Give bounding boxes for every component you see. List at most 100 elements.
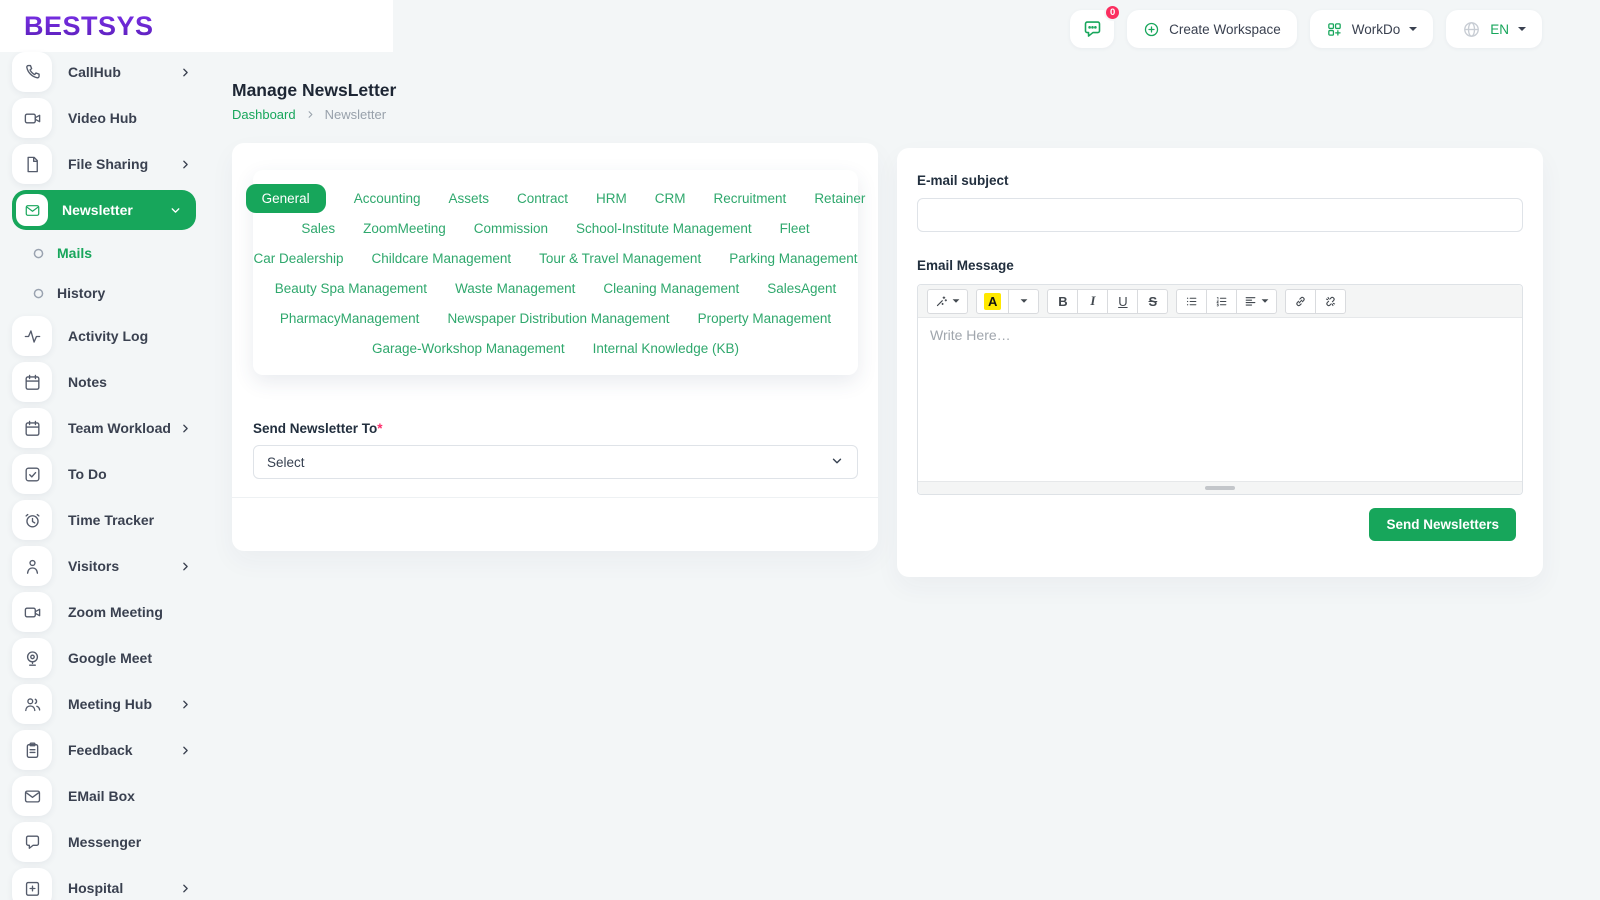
strikethrough-button[interactable]: S: [1137, 289, 1168, 314]
language-label: EN: [1490, 22, 1509, 37]
sidebar: CallHub Video Hub File Sharing Newslette…: [0, 49, 212, 900]
tab-garage-workshop-management[interactable]: Garage-Workshop Management: [372, 341, 565, 356]
unlink-button[interactable]: [1315, 289, 1346, 314]
tab-fleet[interactable]: Fleet: [780, 221, 810, 236]
tab-recruitment[interactable]: Recruitment: [714, 191, 787, 206]
bold-button[interactable]: B: [1047, 289, 1078, 314]
sidebar-item-hospital[interactable]: Hospital: [0, 865, 212, 900]
sidebar-item-google-meet[interactable]: Google Meet: [0, 635, 212, 681]
ordered-list-button[interactable]: [1206, 289, 1237, 314]
tab-zoommeeting[interactable]: ZoomMeeting: [363, 221, 446, 236]
sidebar-item-zoom-meeting[interactable]: Zoom Meeting: [0, 589, 212, 635]
sidebar-item-video-hub[interactable]: Video Hub: [0, 95, 212, 141]
sidebar-item-feedback[interactable]: Feedback: [0, 727, 212, 773]
required-asterisk: *: [377, 421, 382, 436]
tab-hrm[interactable]: HRM: [596, 191, 627, 206]
sidebar-item-callhub[interactable]: CallHub: [0, 49, 212, 95]
workdo-menu-button[interactable]: WorkDo: [1310, 10, 1434, 48]
align-lines-icon: [1244, 295, 1257, 308]
insert-link-button[interactable]: [1285, 289, 1316, 314]
font-color-dropdown-button[interactable]: [1008, 289, 1039, 314]
tab-crm[interactable]: CRM: [655, 191, 686, 206]
newsletter-settings-card: General Accounting Assets Contract HRM CRM Rec…: [232, 143, 878, 551]
tab-general[interactable]: General: [246, 184, 326, 213]
tab-property-management[interactable]: Property Management: [698, 311, 832, 326]
editor-statusbar: [918, 481, 1522, 494]
unordered-list-button[interactable]: [1176, 289, 1207, 314]
brand-logo[interactable]: BESTSYS: [24, 11, 154, 42]
activity-icon: [12, 316, 52, 356]
editor-resize-handle[interactable]: [1205, 486, 1235, 490]
tab-pharmacymanagement[interactable]: PharmacyManagement: [280, 311, 420, 326]
sidebar-item-newsletter[interactable]: Newsletter: [12, 190, 196, 230]
sidebar-item-time-tracker[interactable]: Time Tracker: [0, 497, 212, 543]
font-color-icon: A: [984, 293, 1001, 310]
sidebar-item-to-do[interactable]: To Do: [0, 451, 212, 497]
chat-button[interactable]: 0: [1070, 10, 1114, 48]
sidebar-item-meeting-hub[interactable]: Meeting Hub: [0, 681, 212, 727]
card-footer-divider: [232, 497, 878, 498]
unlink-icon: [1324, 295, 1337, 308]
workdo-menu-label: WorkDo: [1352, 22, 1401, 37]
chevron-down-icon: [1262, 299, 1269, 302]
tab-childcare-management[interactable]: Childcare Management: [372, 251, 512, 266]
sidebar-item-notes[interactable]: Notes: [0, 359, 212, 405]
chevron-right-icon: [179, 158, 192, 171]
circle-bullet-icon: [31, 286, 46, 301]
breadcrumb-dashboard-link[interactable]: Dashboard: [232, 107, 296, 122]
italic-button[interactable]: I: [1077, 289, 1108, 314]
paragraph-align-button[interactable]: [1236, 289, 1277, 314]
sidebar-item-history[interactable]: History: [0, 273, 212, 313]
sidebar-item-file-sharing[interactable]: File Sharing: [0, 141, 212, 187]
tab-waste-management[interactable]: Waste Management: [455, 281, 575, 296]
tab-commission[interactable]: Commission: [474, 221, 548, 236]
tab-internal-knowledge-kb-[interactable]: Internal Knowledge (KB): [593, 341, 739, 356]
language-menu-button[interactable]: EN: [1446, 10, 1542, 48]
tab-newspaper-distribution-management[interactable]: Newspaper Distribution Management: [447, 311, 669, 326]
sidebar-item-team-workload[interactable]: Team Workload: [0, 405, 212, 451]
sidebar-item-mails[interactable]: Mails: [0, 233, 212, 273]
compose-email-card: E-mail subject Email Message A: [897, 148, 1543, 577]
webcam-icon: [12, 638, 52, 678]
chat-bubble-icon: [12, 822, 52, 862]
editor-body[interactable]: Write Here…: [918, 318, 1522, 481]
underline-button[interactable]: U: [1107, 289, 1138, 314]
tab-assets[interactable]: Assets: [448, 191, 489, 206]
select-value: Select: [267, 455, 305, 470]
email-message-label: Email Message: [917, 258, 1014, 273]
phone-icon: [12, 52, 52, 92]
create-workspace-button[interactable]: Create Workspace: [1127, 10, 1297, 48]
style-dropdown-button[interactable]: [927, 289, 968, 314]
font-color-button[interactable]: A: [976, 289, 1009, 314]
tab-contract[interactable]: Contract: [517, 191, 568, 206]
tab-tour-travel-management[interactable]: Tour & Travel Management: [539, 251, 701, 266]
bullet-list-icon: [1185, 295, 1198, 308]
tab-salesagent[interactable]: SalesAgent: [767, 281, 836, 296]
person-icon: [12, 546, 52, 586]
send-newsletter-to-select[interactable]: Select: [253, 445, 858, 479]
sidebar-item-activity-log[interactable]: Activity Log: [0, 313, 212, 359]
tab-school-institute-management[interactable]: School-Institute Management: [576, 221, 752, 236]
circle-bullet-icon: [31, 246, 46, 261]
check-square-icon: [12, 454, 52, 494]
sidebar-item-email-box[interactable]: EMail Box: [0, 773, 212, 819]
tab-parking-management[interactable]: Parking Management: [729, 251, 857, 266]
chevron-right-icon: [179, 882, 192, 895]
envelope-icon: [16, 194, 48, 226]
tab-retainer[interactable]: Retainer: [814, 191, 865, 206]
file-icon: [12, 144, 52, 184]
tab-accounting[interactable]: Accounting: [354, 191, 421, 206]
chevron-down-icon: [169, 204, 182, 217]
tab-beauty-spa-management[interactable]: Beauty Spa Management: [275, 281, 427, 296]
tab-car-dealership[interactable]: Car Dealership: [253, 251, 343, 266]
tab-sales[interactable]: Sales: [301, 221, 335, 236]
email-subject-input[interactable]: [917, 198, 1523, 232]
plus-circle-icon: [1143, 21, 1160, 38]
send-newsletters-button[interactable]: Send Newsletters: [1369, 508, 1516, 541]
category-tabs-card: GeneralAccountingAssetsContractHRMCRMRec…: [253, 170, 858, 375]
chat-badge: 0: [1104, 4, 1121, 21]
tab-cleaning-management[interactable]: Cleaning Management: [603, 281, 739, 296]
sidebar-item-messenger[interactable]: Messenger: [0, 819, 212, 865]
sidebar-item-visitors[interactable]: Visitors: [0, 543, 212, 589]
chat-bubble-icon: [1082, 19, 1103, 40]
